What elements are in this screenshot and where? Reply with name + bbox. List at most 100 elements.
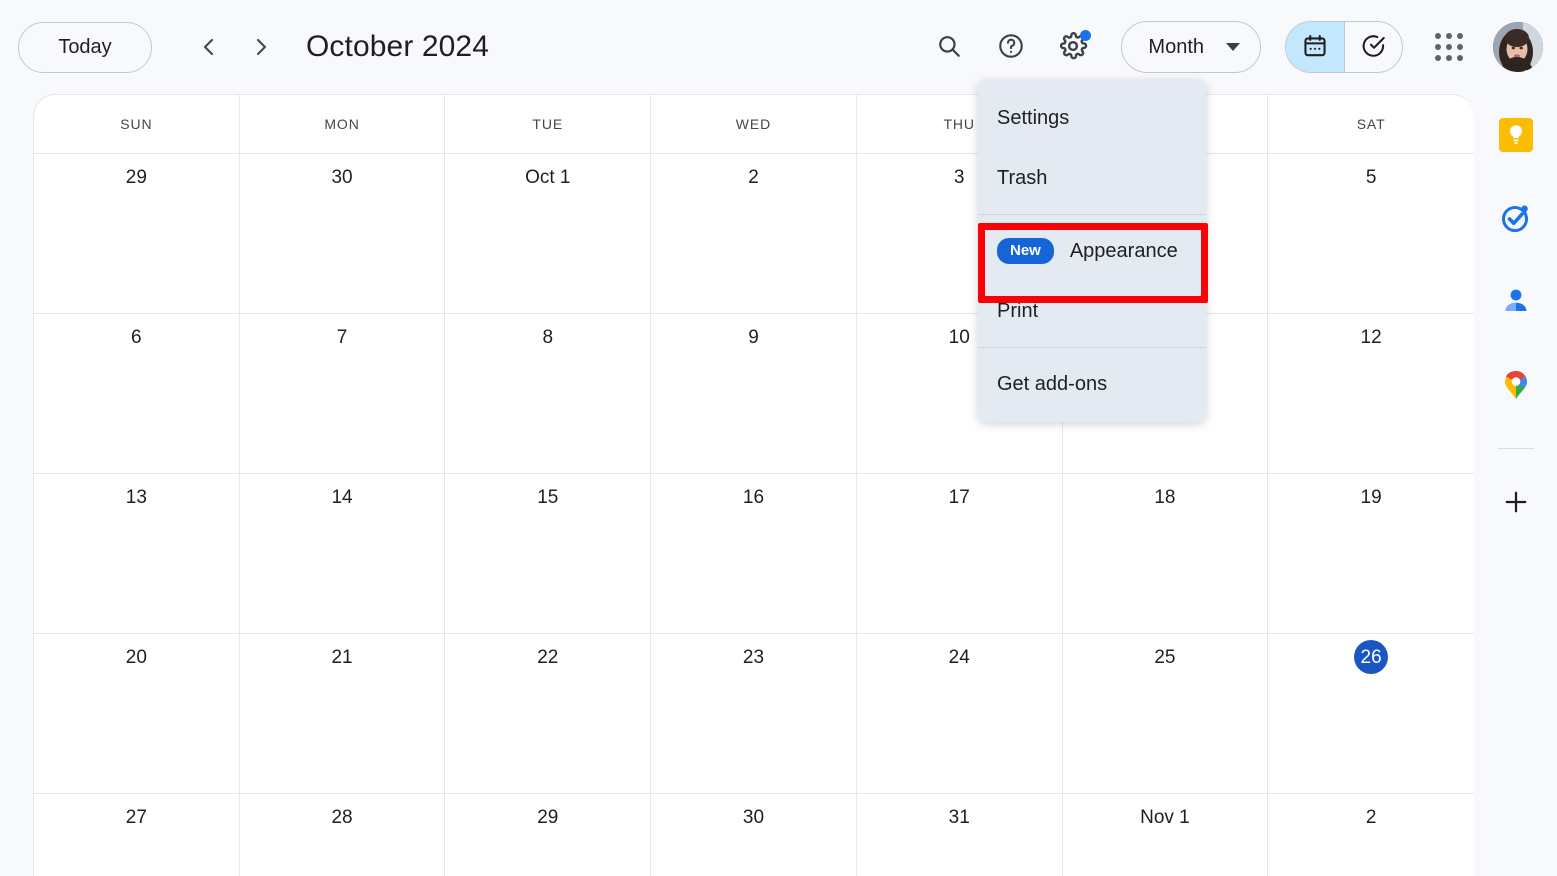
day-cell[interactable]: 16	[651, 473, 857, 633]
day-cell[interactable]: 22	[445, 633, 652, 793]
menu-item-trash[interactable]: Trash	[978, 148, 1206, 208]
day-cell[interactable]: 31	[856, 793, 1063, 876]
day-number: 29	[537, 806, 559, 828]
menu-item-label: Appearance	[1069, 239, 1178, 262]
today-button[interactable]: Today	[18, 21, 152, 73]
menu-item-label: Print	[997, 299, 1039, 322]
menu-item-label: Get add-ons	[997, 372, 1108, 395]
month-calendar-grid: SUN MON TUE WED THU FRI SAT 2930Oct 1234…	[33, 94, 1474, 876]
view-mode-value: Month	[1148, 35, 1204, 58]
day-number-today: 26	[1354, 640, 1389, 674]
menu-item-get-addons[interactable]: Get add-ons	[978, 354, 1206, 414]
menu-item-print[interactable]: Print	[978, 281, 1206, 341]
day-number: 19	[1360, 486, 1382, 508]
day-cell[interactable]: 29	[34, 153, 240, 313]
apps-dot	[1435, 33, 1441, 39]
google-apps-button[interactable]	[1425, 23, 1473, 71]
day-cell[interactable]: 15	[445, 473, 652, 633]
today-button-label: Today	[58, 35, 112, 58]
search-button[interactable]	[925, 23, 973, 71]
tasks-view-toggle[interactable]	[1344, 22, 1402, 72]
day-number: 27	[125, 806, 147, 828]
help-button[interactable]	[987, 23, 1035, 71]
weekday-header: SUN	[34, 95, 240, 153]
day-cell[interactable]: 20	[34, 633, 240, 793]
day-cell[interactable]: 17	[856, 473, 1063, 633]
day-number: 2	[748, 166, 759, 188]
top-toolbar: Today October 2024 Month	[0, 0, 1557, 94]
apps-dot	[1435, 44, 1441, 50]
calendar-view-toggle[interactable]	[1286, 22, 1344, 72]
contacts-icon	[1500, 285, 1532, 320]
side-panel-rail	[1474, 94, 1557, 876]
add-addon-button[interactable]	[1492, 479, 1540, 527]
day-cell[interactable]: 2	[651, 153, 857, 313]
day-number: 13	[125, 486, 147, 508]
day-cell[interactable]: 30	[239, 153, 446, 313]
toolbar-actions: Month	[925, 21, 1557, 73]
chevron-down-icon	[1226, 43, 1240, 51]
keep-icon	[1498, 117, 1533, 155]
day-cell[interactable]: 25	[1062, 633, 1269, 793]
google-contacts-button[interactable]	[1492, 278, 1540, 326]
day-cell[interactable]: 8	[445, 313, 652, 473]
day-cell[interactable]: 7	[239, 313, 446, 473]
day-cell[interactable]: 19	[1268, 473, 1474, 633]
day-cell[interactable]: 6	[34, 313, 240, 473]
tasks-icon	[1500, 202, 1532, 237]
apps-dot	[1446, 44, 1452, 50]
day-cell[interactable]: 18	[1062, 473, 1269, 633]
day-cell[interactable]: 28	[239, 793, 446, 876]
day-number: 25	[1154, 646, 1176, 668]
day-number: 7	[336, 326, 348, 348]
day-cell[interactable]: 14	[239, 473, 446, 633]
day-number: 15	[537, 486, 559, 508]
google-keep-button[interactable]	[1492, 112, 1540, 160]
day-cell[interactable]: 29	[445, 793, 652, 876]
day-number: 31	[948, 806, 970, 828]
maps-pin-icon	[1501, 368, 1531, 403]
settings-notification-dot	[1080, 30, 1092, 41]
view-mode-select[interactable]: Month	[1121, 21, 1261, 73]
day-cell[interactable]: 24	[856, 633, 1063, 793]
day-cell[interactable]: 30	[651, 793, 857, 876]
day-number: 2	[1365, 806, 1377, 828]
day-cell[interactable]: 23	[651, 633, 857, 793]
day-cell[interactable]: 27	[34, 793, 240, 876]
day-cell[interactable]: Nov 1	[1062, 793, 1269, 876]
day-number: 30	[331, 166, 353, 188]
weekday-header: SAT	[1356, 116, 1386, 132]
menu-item-label: Settings	[997, 106, 1070, 129]
apps-dot	[1457, 44, 1463, 50]
day-cell[interactable]: 5	[1268, 153, 1474, 313]
previous-period-button[interactable]	[188, 26, 230, 68]
day-number: 18	[1154, 486, 1176, 508]
calendar-tasks-toggle	[1285, 21, 1403, 73]
day-number: 20	[125, 646, 147, 668]
google-maps-button[interactable]	[1492, 361, 1540, 409]
day-cell[interactable]: 12	[1268, 313, 1474, 473]
day-cell[interactable]: 13	[34, 473, 240, 633]
menu-item-appearance[interactable]: New Appearance	[978, 221, 1206, 281]
menu-item-settings[interactable]: Settings	[978, 88, 1206, 148]
day-number: 3	[953, 166, 965, 188]
menu-separator	[978, 214, 1206, 215]
day-cell[interactable]: 9	[651, 313, 857, 473]
new-badge: New	[997, 238, 1054, 264]
google-tasks-button[interactable]	[1492, 195, 1540, 243]
day-number: 29	[125, 166, 147, 188]
day-number: Oct 1	[525, 166, 571, 188]
day-number: 21	[331, 646, 353, 668]
day-cell[interactable]: 2	[1268, 793, 1474, 876]
day-cell[interactable]: Oct 1	[445, 153, 652, 313]
day-cell[interactable]: 26	[1268, 633, 1474, 793]
page-title: October 2024	[306, 30, 489, 63]
day-number: 5	[1365, 166, 1377, 188]
day-number: 12	[1360, 326, 1382, 348]
settings-button[interactable]	[1049, 23, 1097, 71]
menu-item-label: Trash	[997, 166, 1048, 189]
day-cell[interactable]: 21	[239, 633, 446, 793]
next-period-button[interactable]	[240, 26, 282, 68]
weekday-header: TUE	[445, 95, 652, 153]
avatar[interactable]	[1493, 22, 1543, 72]
